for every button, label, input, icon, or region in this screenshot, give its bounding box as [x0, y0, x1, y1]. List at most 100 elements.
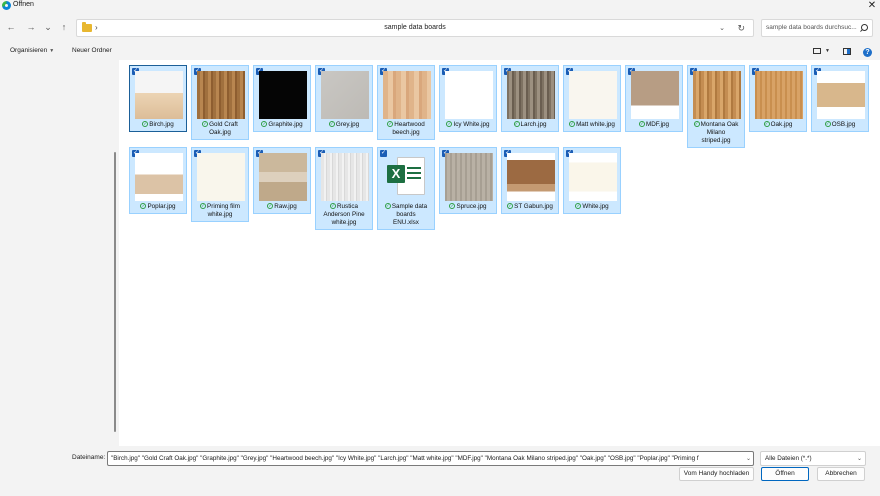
filename-dropdown-icon[interactable]: ⌄: [745, 455, 751, 462]
file-name-label: ✓ Icy White.jpg: [442, 121, 494, 129]
file-item[interactable]: ✓✓Grey.jpg: [315, 65, 373, 132]
image-thumbnail: [507, 71, 555, 119]
file-item[interactable]: ✓✓Icy White.jpg: [439, 65, 497, 132]
forward-arrow-icon[interactable]: →: [25, 21, 37, 33]
file-name-label: ✓ Birch.jpg: [132, 121, 184, 129]
file-name-label: ✓ Oak.jpg: [752, 121, 804, 129]
file-name-line: boards: [396, 211, 416, 218]
file-name-label: ✓ Spruce.jpg: [442, 203, 494, 211]
file-item[interactable]: ✓✓Larch.jpg: [501, 65, 559, 132]
app-icon: [2, 1, 11, 10]
search-box[interactable]: sample data boards durchsuc...: [761, 19, 873, 37]
file-item[interactable]: ✓✓ST Gabun.jpg: [501, 147, 559, 214]
address-bar[interactable]: › sample data boards ⌄ ↻: [76, 19, 754, 37]
organize-caret-icon: ▼: [49, 48, 55, 54]
file-item[interactable]: ✓✓Raw.jpg: [253, 147, 311, 214]
upload-from-phone-button[interactable]: Vom Handy hochladen: [679, 467, 754, 481]
sync-status-icon: ✓: [446, 121, 453, 128]
file-name-line: Graphite.jpg: [268, 121, 303, 128]
file-item[interactable]: ✓✓Matt white.jpg: [563, 65, 621, 132]
address-dropdown-icon[interactable]: ⌄: [719, 24, 725, 32]
sync-status-icon: ✓: [200, 203, 207, 210]
file-item[interactable]: ✓✓Graphite.jpg: [253, 65, 311, 132]
back-arrow-icon[interactable]: ←: [5, 21, 17, 33]
file-item[interactable]: ✓✓Spruce.jpg: [439, 147, 497, 214]
image-thumbnail: [569, 71, 617, 119]
file-name-line: Rustica: [337, 203, 358, 210]
file-dialog-footer: Dateiname: "Birch.jpg" "Gold Craft Oak.j…: [0, 446, 880, 496]
file-list[interactable]: ✓✓Birch.jpg✓✓Gold CraftOak.jpg✓✓Graphite…: [119, 60, 880, 446]
image-thumbnail: [321, 71, 369, 119]
file-name-line: Sample data: [391, 203, 428, 210]
sync-status-icon: ✓: [638, 121, 645, 128]
file-item[interactable]: ✓✓White.jpg: [563, 147, 621, 214]
file-name-line: Oak.jpg: [209, 129, 231, 136]
image-thumbnail: [445, 71, 493, 119]
file-name-label: ✓ OSB.jpg: [814, 121, 866, 129]
sync-status-icon: ✓: [328, 121, 335, 128]
file-name-label: ✓ ST Gabun.jpg: [504, 203, 556, 211]
sync-status-icon: ✓: [330, 203, 336, 210]
navigation-pane-scrollbar[interactable]: [112, 60, 118, 446]
file-name-label: ✓ Poplar.jpg: [132, 203, 184, 211]
file-item[interactable]: ✓✓Heartwoodbeech.jpg: [377, 65, 435, 140]
recent-locations-chevron-icon[interactable]: ⌄: [42, 21, 54, 33]
filename-value[interactable]: "Birch.jpg" "Gold Craft Oak.jpg" "Graphi…: [111, 455, 699, 462]
file-name-label: ✓ MDF.jpg: [628, 121, 680, 129]
organize-button[interactable]: Organisieren ▼: [10, 47, 54, 54]
file-item[interactable]: ✓✓OSB.jpg: [811, 65, 869, 132]
file-item[interactable]: ✓ X ✓ Sample data boards ENU.xlsx: [377, 147, 435, 230]
image-thumbnail: [569, 153, 617, 201]
sync-status-icon: ✓: [507, 203, 514, 210]
help-icon[interactable]: ?: [863, 48, 872, 57]
file-item[interactable]: ✓✓Birch.jpg: [129, 65, 187, 132]
sync-status-icon: ✓: [569, 121, 576, 128]
title-bar: Öffnen ✕: [0, 0, 880, 12]
search-icon[interactable]: [861, 24, 868, 31]
file-name-label: ✓ Gold Craft Oak.jpg: [194, 121, 246, 137]
sync-status-icon: ✓: [575, 203, 582, 210]
file-name-line: White.jpg: [582, 203, 609, 210]
filetype-value: Alle Dateien (*.*): [765, 455, 812, 462]
filename-input[interactable]: "Birch.jpg" "Gold Craft Oak.jpg" "Graphi…: [107, 451, 754, 466]
open-button[interactable]: Öffnen: [761, 467, 809, 481]
refresh-icon[interactable]: ↻: [737, 23, 745, 34]
view-mode-caret-icon[interactable]: ▼: [825, 48, 830, 54]
file-name-label: ✓ Graphite.jpg: [256, 121, 308, 129]
cancel-button[interactable]: Abbrechen: [817, 467, 865, 481]
preview-pane-icon[interactable]: [843, 48, 851, 55]
breadcrumb-current-folder[interactable]: sample data boards: [77, 24, 753, 31]
filename-label: Dateiname:: [72, 454, 106, 461]
window-title: Öffnen: [13, 1, 34, 8]
image-thumbnail: [693, 71, 741, 119]
file-item[interactable]: ✓✓MDF.jpg: [625, 65, 683, 132]
file-name-label: ✓ Larch.jpg: [504, 121, 556, 129]
scrollbar-thumb[interactable]: [114, 152, 116, 432]
file-item[interactable]: ✓✓RusticaAnderson Pinewhite.jpg: [315, 147, 373, 230]
sync-status-icon: ✓: [693, 121, 700, 128]
file-name-line: beech.jpg: [392, 129, 420, 136]
image-thumbnail: [507, 153, 555, 201]
file-item[interactable]: ✓✓Gold CraftOak.jpg: [191, 65, 249, 140]
sync-status-icon: ✓: [763, 121, 770, 128]
file-name-line: Matt white.jpg: [576, 121, 615, 128]
new-folder-button[interactable]: Neuer Ordner: [72, 47, 112, 54]
image-thumbnail: [259, 71, 307, 119]
file-item[interactable]: ✓✓Priming filmwhite.jpg: [191, 147, 249, 222]
up-arrow-icon[interactable]: ↑: [58, 21, 70, 33]
view-mode-icon[interactable]: [813, 48, 821, 54]
file-name-label: ✓ Grey.jpg: [318, 121, 370, 129]
close-button[interactable]: ✕: [864, 0, 880, 12]
file-name-label: ✓ Rustica Anderson Pine white.jpg: [318, 203, 370, 227]
image-thumbnail: [197, 71, 245, 119]
file-name-line: white.jpg: [331, 219, 357, 226]
search-input[interactable]: sample data boards durchsuc...: [766, 24, 857, 31]
filetype-select[interactable]: Alle Dateien (*.*) ⌄: [760, 451, 866, 466]
file-name-line: Poplar.jpg: [147, 203, 176, 210]
file-name-label: ✓ Sample data boards ENU.xlsx: [380, 203, 432, 227]
file-item[interactable]: ✓✓Oak.jpg: [749, 65, 807, 132]
file-item[interactable]: ✓✓Montana OakMilanostriped.jpg: [687, 65, 745, 148]
navigation-pane[interactable]: [0, 60, 119, 446]
file-item[interactable]: ✓✓Poplar.jpg: [129, 147, 187, 214]
file-name-line: Anderson Pine: [323, 211, 365, 218]
